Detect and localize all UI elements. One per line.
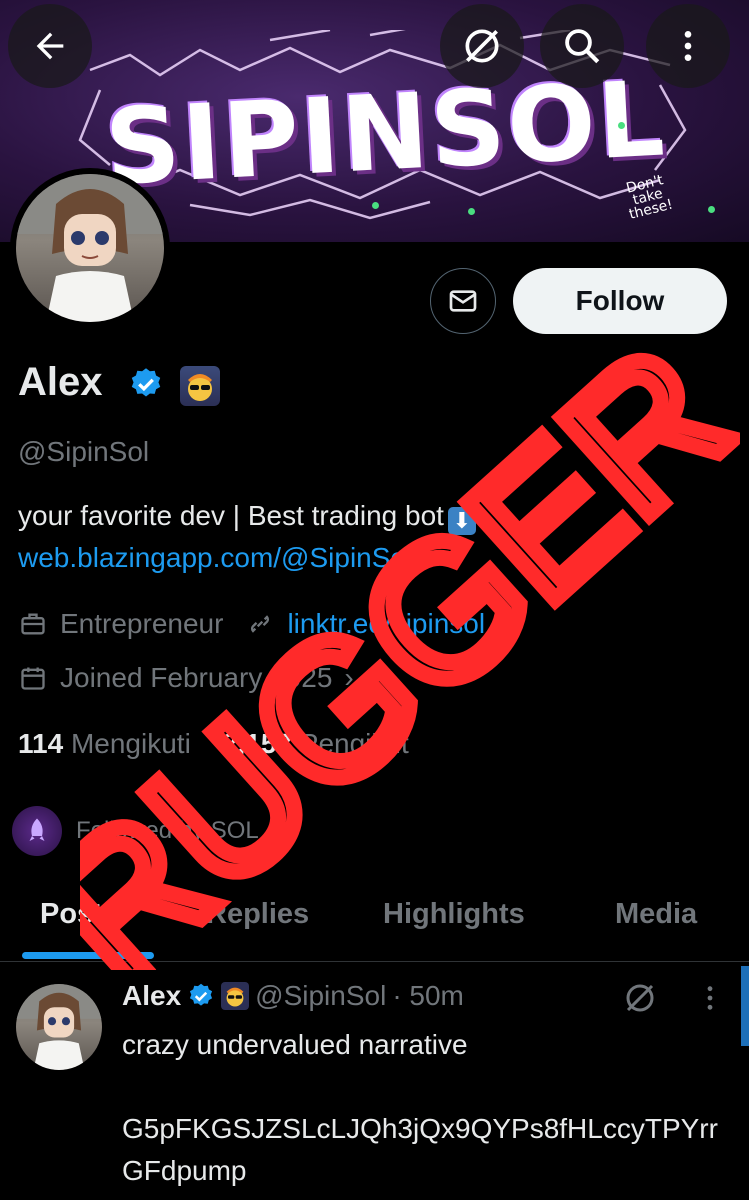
link-icon [245, 609, 275, 639]
briefcase-icon [18, 609, 48, 639]
post-author-handle[interactable]: @SipinSol [255, 980, 386, 1012]
scrollbar[interactable] [741, 966, 749, 1046]
verified-badge-icon[interactable] [128, 366, 164, 402]
post-contract-address[interactable]: G5pFKGSJZSLcLJQh3jQx9QYPs8fHLccyTPYrrGFd… [122, 1108, 732, 1192]
banner-dot [708, 206, 715, 213]
tab-highlights[interactable]: Highlights [383, 898, 525, 931]
profile-meta-row-1: Entrepreneur linktr.ee/sipinsol [18, 608, 485, 640]
profile-website[interactable]: linktr.ee/sipinsol [287, 608, 485, 640]
post-text: crazy undervalued narrative G5pFKGSJZSLc… [122, 1024, 732, 1192]
more-vertical-icon [684, 31, 692, 61]
banner-dot [372, 202, 379, 209]
message-button[interactable] [430, 268, 496, 334]
sunglasses-face-icon [188, 374, 212, 401]
follow-button[interactable]: Follow [513, 268, 727, 334]
rocket-icon [29, 818, 45, 841]
profile-tabs: Posts Replies Highlights Media [0, 872, 749, 962]
bio-text: your favorite dev | Best trading bot [18, 500, 444, 531]
affiliate-badge-icon[interactable] [180, 366, 220, 406]
post-avatar[interactable] [16, 984, 102, 1070]
search-icon [565, 29, 600, 64]
profile-joined: Joined February 2025 [60, 662, 333, 693]
chevron-right-icon[interactable]: › [344, 662, 353, 694]
profile-bio: your favorite dev | Best trading bot ⬇ [18, 500, 476, 535]
grok-toggle-button[interactable] [440, 4, 524, 88]
bio-link[interactable]: web.blazingapp.com/@SipinSol [18, 542, 412, 574]
profile-name: Alex [18, 360, 103, 404]
post-time[interactable]: · 50m [392, 980, 464, 1012]
profile-meta-row-2: Joined February 2025 › [18, 662, 354, 694]
verified-badge-icon [190, 983, 213, 1006]
followed-by-text: Followed by SOL [76, 817, 259, 844]
avatar-illustration [16, 984, 102, 1070]
tab-media[interactable]: Media [615, 898, 697, 931]
tab-posts[interactable]: Posts [40, 898, 119, 931]
more-button[interactable] [646, 4, 730, 88]
followers-link[interactable]: 2,153 Pengikut [222, 728, 409, 759]
profile-handle: @SipinSol [18, 436, 150, 467]
slashed-circle-icon [465, 29, 499, 63]
active-tab-indicator [22, 952, 154, 959]
back-button[interactable] [8, 4, 92, 88]
followed-by-avatar [12, 806, 62, 856]
down-arrow-icon: ⬇ [447, 507, 476, 535]
tab-replies[interactable]: Replies [206, 898, 309, 931]
profile-avatar[interactable] [10, 168, 170, 328]
more-vertical-icon[interactable] [694, 982, 726, 1014]
profile-category: Entrepreneur [60, 608, 224, 639]
arrow-left-icon [36, 32, 64, 60]
calendar-icon [18, 663, 48, 693]
following-count: 114 [18, 728, 64, 759]
slashed-circle-icon[interactable] [622, 980, 658, 1016]
profile-stats: 114 Mengikuti 2,153 Pengikut [18, 728, 409, 760]
post-author-name[interactable]: Alex [122, 980, 181, 1012]
sunglasses-face-icon [221, 982, 250, 1010]
post-text-line: crazy undervalued narrative [122, 1029, 468, 1060]
post-header: Alex @SipinSol · 50m [122, 980, 464, 1012]
followers-label: Pengikut [299, 728, 409, 759]
following-label: Mengikuti [70, 728, 191, 759]
search-button[interactable] [540, 4, 624, 88]
followers-count: 2,153 [221, 728, 292, 759]
envelope-icon [449, 290, 477, 312]
followed-by-row[interactable]: Followed by SOL [12, 806, 259, 856]
banner-dot [468, 208, 475, 215]
avatar-illustration [16, 174, 164, 322]
banner-dot [618, 122, 625, 129]
following-link[interactable]: 114 Mengikuti [18, 728, 191, 759]
